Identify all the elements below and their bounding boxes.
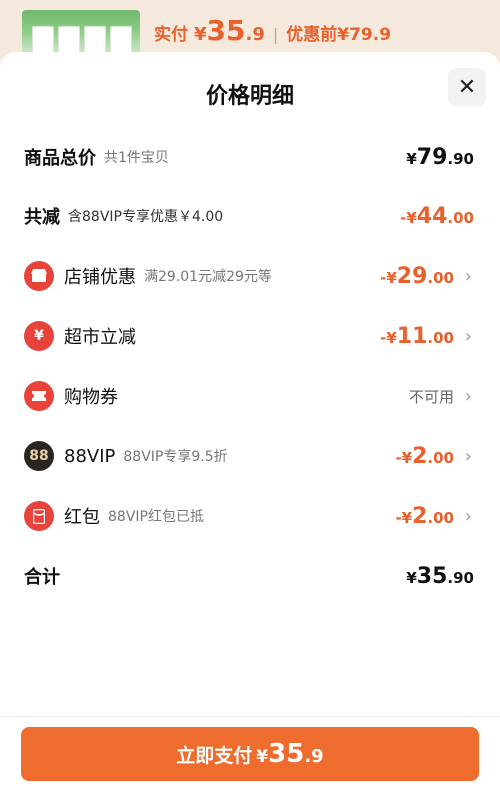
red-envelope-label: 红包 (64, 507, 100, 528)
peek-original-price: 优惠前¥79.9 (286, 25, 392, 45)
chevron-right-icon: › (464, 326, 472, 347)
total-int: 79 (416, 144, 448, 170)
total-currency: ¥ (406, 149, 417, 168)
total-price-sub: 共1件宝贝 (104, 150, 169, 166)
vip-prefix: -¥ (395, 448, 413, 467)
row-total-reduced: 共减 含88VIP专享优惠￥4.00 -¥ 44 .00 (0, 186, 500, 246)
market-dec: .00 (427, 328, 454, 347)
red-envelope-icon (24, 501, 54, 531)
shop-dec: .00 (427, 268, 454, 287)
redpack-dec: .00 (427, 508, 454, 527)
vip-int: 2 (412, 443, 428, 469)
shop-discount-label: 店铺优惠 (64, 267, 136, 288)
coupon-label: 购物券 (64, 387, 118, 408)
chevron-right-icon: › (464, 266, 472, 287)
total-price-amount: ¥ 79 .90 (406, 145, 474, 170)
close-icon: ✕ (457, 74, 477, 100)
row-shop-discount[interactable]: 店铺优惠 满29.01元减29元等 -¥ 29 .00 › (0, 246, 500, 306)
pay-now-button[interactable]: 立即支付 ¥ 35 .9 (21, 727, 479, 781)
peek-separator: | (272, 25, 279, 44)
vip-label: 88VIP (64, 445, 116, 467)
shop-prefix: -¥ (380, 268, 397, 287)
total-price-label: 商品总价 (24, 148, 96, 169)
sum-label: 合计 (24, 567, 60, 588)
red-envelope-sub: 88VIP红包已抵 (108, 509, 204, 525)
pay-dec: .9 (304, 746, 324, 767)
sum-int: 35 (416, 563, 448, 589)
market-discount-amount: -¥ 11 .00 (380, 324, 454, 349)
peek-price-dec: .9 (245, 24, 265, 45)
close-button[interactable]: ✕ (448, 68, 486, 106)
chevron-right-icon: › (464, 446, 472, 467)
reduced-prefix: -¥ (400, 208, 417, 227)
reduced-dec: .00 (447, 208, 474, 227)
row-88vip[interactable]: 88 88VIP 88VIP专享9.5折 -¥ 2 .00 › (0, 426, 500, 486)
peek-price-int: 35 (206, 14, 246, 47)
shop-discount-amount: -¥ 29 .00 (380, 264, 454, 289)
chevron-right-icon: › (464, 506, 472, 527)
market-int: 11 (396, 323, 428, 349)
shop-icon (24, 261, 54, 291)
ticket-icon (24, 381, 54, 411)
sum-dec: .90 (447, 568, 474, 587)
coupon-value: 不可用 (409, 386, 454, 407)
sum-currency: ¥ (406, 568, 417, 587)
vip-amount: -¥ 2 .00 (395, 444, 454, 469)
price-detail-sheet: 价格明细 ✕ 商品总价 共1件宝贝 ¥ 79 .90 共减 含88VIP专享优惠… (0, 52, 500, 800)
redpack-prefix: -¥ (395, 508, 413, 527)
coupon-status: 不可用 (408, 387, 454, 406)
row-market-discount[interactable]: ¥ 超市立减 -¥ 11 .00 › (0, 306, 500, 366)
total-dec: .90 (447, 149, 474, 168)
peek-price-label: 实付 (154, 25, 188, 45)
shop-discount-sub: 满29.01元减29元等 (144, 269, 272, 285)
vip-88-icon: 88 (24, 441, 54, 471)
reduced-int: 44 (416, 203, 448, 229)
row-coupon[interactable]: 购物券 不可用 › (0, 366, 500, 426)
row-sum: 合计 ¥ 35 .90 (0, 546, 500, 606)
peek-price: 实付 ¥ 35 .9 | 优惠前¥79.9 (154, 14, 391, 47)
reduced-sub: 含88VIP专享优惠￥4.00 (68, 209, 224, 225)
shop-int: 29 (396, 263, 428, 289)
pay-int: 35 (268, 739, 305, 769)
market-discount-label: 超市立减 (64, 327, 136, 348)
pay-label: 立即支付 (176, 745, 253, 767)
peek-currency: ¥ (194, 24, 207, 45)
pay-currency: ¥ (256, 747, 269, 767)
row-red-envelope[interactable]: 红包 88VIP红包已抵 -¥ 2 .00 › (0, 486, 500, 546)
reduced-label: 共减 (24, 207, 60, 228)
redpack-int: 2 (412, 503, 428, 529)
row-total-price: 商品总价 共1件宝贝 ¥ 79 .90 (0, 127, 500, 187)
market-prefix: -¥ (380, 328, 397, 347)
vip-sub: 88VIP专享9.5折 (123, 449, 228, 465)
red-envelope-amount: -¥ 2 .00 (395, 504, 454, 529)
chevron-right-icon: › (464, 386, 472, 407)
sum-amount: ¥ 35 .90 (406, 564, 474, 589)
vip-dec: .00 (427, 448, 454, 467)
sheet-title: 价格明细 (205, 84, 294, 109)
reduced-amount: -¥ 44 .00 (400, 204, 474, 229)
yuan-icon: ¥ (24, 321, 54, 351)
bottom-divider (0, 716, 500, 717)
